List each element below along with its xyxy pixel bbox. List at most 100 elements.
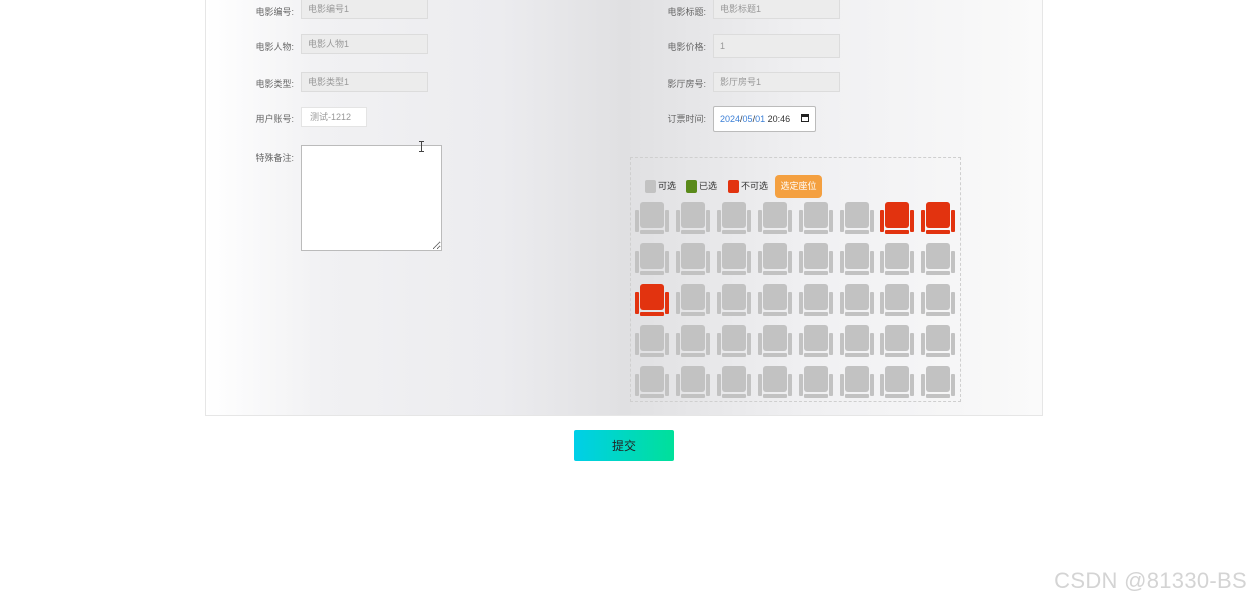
seat-r2-c1[interactable] (635, 243, 669, 275)
seat-r5-c6[interactable] (840, 366, 874, 398)
seat-part-arm-r (706, 210, 710, 232)
seat-part-arm-r (870, 333, 874, 355)
movie-type-field[interactable]: 电影类型1 (301, 72, 428, 92)
seat-r4-c7[interactable] (880, 325, 914, 357)
pick-seat-button[interactable]: 选定座位 (775, 175, 822, 198)
legend-available-label: 可选 (658, 181, 677, 191)
seat-r4-c5[interactable] (799, 325, 833, 357)
order-time-picker[interactable]: 2024/05/01 20:46 (713, 106, 816, 132)
seat-part-arm-r (951, 374, 955, 396)
calendar-icon[interactable] (801, 114, 809, 122)
seat-r5-c7[interactable] (880, 366, 914, 398)
seat-part-arm-r (951, 251, 955, 273)
seat-r5-c2[interactable] (676, 366, 710, 398)
seat-r1-c5[interactable] (799, 202, 833, 234)
movie-people-field[interactable]: 电影人物1 (301, 34, 428, 54)
movie-people-label: 电影人物: (255, 42, 294, 52)
seat-r4-c3[interactable] (717, 325, 751, 357)
seat-r1-c2[interactable] (676, 202, 710, 234)
seat-r2-c3[interactable] (717, 243, 751, 275)
seat-part-base (763, 312, 787, 316)
seat-r2-c8[interactable] (921, 243, 955, 275)
seat-part-arm-r (910, 333, 914, 355)
seat-part-back (763, 202, 787, 228)
order-time-year[interactable]: 2024 (720, 114, 740, 124)
seat-r3-c3[interactable] (717, 284, 751, 316)
seat-r1-c1[interactable] (635, 202, 669, 234)
seat-part-arm-r (706, 292, 710, 314)
seat-r3-c1[interactable] (635, 284, 669, 316)
seat-part-base (722, 271, 746, 275)
seat-r5-c3[interactable] (717, 366, 751, 398)
order-time-month[interactable]: 05 (743, 114, 753, 124)
seat-r3-c5[interactable] (799, 284, 833, 316)
seat-part-arm-l (676, 292, 680, 314)
seat-r1-c4[interactable] (758, 202, 792, 234)
seat-r4-c6[interactable] (840, 325, 874, 357)
seat-part-arm-r (665, 333, 669, 355)
seat-part-arm-l (758, 251, 762, 273)
movie-id-field[interactable]: 电影编号1 (301, 0, 428, 19)
seat-part-arm-r (747, 374, 751, 396)
account-field[interactable]: 测试-1212 (301, 107, 367, 127)
seat-part-base (722, 312, 746, 316)
seat-r1-c3[interactable] (717, 202, 751, 234)
seat-part-arm-r (665, 374, 669, 396)
seat-r4-c8[interactable] (921, 325, 955, 357)
order-time-clock[interactable]: 20:46 (768, 114, 791, 124)
seat-part-base (763, 394, 787, 398)
hall-field[interactable]: 影厅房号1 (713, 72, 840, 92)
order-time-day[interactable]: 01 (755, 114, 765, 124)
seat-r2-c6[interactable] (840, 243, 874, 275)
seat-r4-c1[interactable] (635, 325, 669, 357)
seat-part-back (722, 243, 746, 269)
seat-r4-c4[interactable] (758, 325, 792, 357)
hall-label: 影厅房号: (667, 79, 706, 89)
seat-r5-c5[interactable] (799, 366, 833, 398)
seat-r4-c2[interactable] (676, 325, 710, 357)
seat-part-base (845, 353, 869, 357)
remark-textarea[interactable] (301, 145, 442, 251)
seat-part-arm-r (706, 333, 710, 355)
seat-part-arm-r (829, 292, 833, 314)
seat-part-arm-l (676, 333, 680, 355)
seat-part-arm-r (747, 333, 751, 355)
seat-part-arm-l (635, 210, 639, 232)
seat-part-arm-l (921, 251, 925, 273)
seat-r1-c6[interactable] (840, 202, 874, 234)
seat-part-arm-l (799, 292, 803, 314)
movie-price-field[interactable]: 1 (713, 34, 840, 58)
seat-r2-c5[interactable] (799, 243, 833, 275)
seat-r5-c4[interactable] (758, 366, 792, 398)
seat-part-back (845, 243, 869, 269)
seat-part-arm-r (788, 210, 792, 232)
seat-r5-c1[interactable] (635, 366, 669, 398)
seat-part-base (804, 230, 828, 234)
seat-r3-c2[interactable] (676, 284, 710, 316)
movie-title-field[interactable]: 电影标题1 (713, 0, 840, 19)
seat-part-back (722, 325, 746, 351)
seat-part-arm-l (799, 210, 803, 232)
seat-r2-c2[interactable] (676, 243, 710, 275)
seat-part-base (681, 271, 705, 275)
seat-r2-c4[interactable] (758, 243, 792, 275)
seat-r5-c8[interactable] (921, 366, 955, 398)
seat-part-arm-l (758, 374, 762, 396)
submit-button[interactable]: 提交 (574, 430, 674, 461)
seat-part-arm-r (910, 292, 914, 314)
seat-part-arm-l (635, 292, 639, 314)
seat-r3-c6[interactable] (840, 284, 874, 316)
seat-part-back (926, 284, 950, 310)
seat-part-base (845, 271, 869, 275)
seat-part-base (845, 394, 869, 398)
seat-part-arm-r (910, 374, 914, 396)
seat-r1-c8[interactable] (921, 202, 955, 234)
seat-r3-c7[interactable] (880, 284, 914, 316)
seat-part-back (640, 202, 664, 228)
seat-r1-c7[interactable] (880, 202, 914, 234)
seat-r2-c7[interactable] (880, 243, 914, 275)
seat-part-base (926, 353, 950, 357)
seat-r3-c4[interactable] (758, 284, 792, 316)
seat-part-base (722, 394, 746, 398)
seat-r3-c8[interactable] (921, 284, 955, 316)
